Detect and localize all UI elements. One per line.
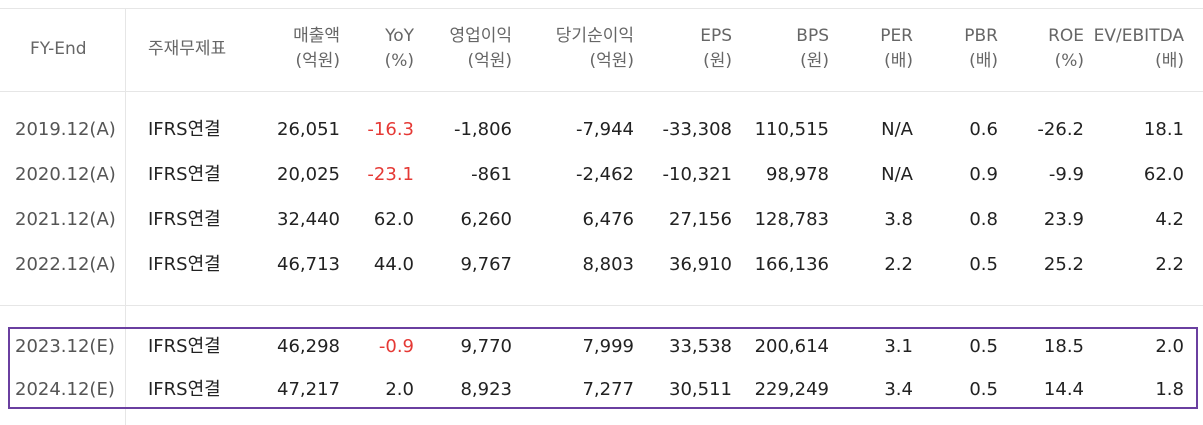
- cell-pbr: 0.9: [969, 164, 998, 185]
- cell-per: 3.1: [884, 336, 913, 357]
- cell-op-income: -1,806: [453, 119, 512, 140]
- cell-op-income: 6,260: [460, 209, 512, 230]
- cell-per: 3.4: [884, 379, 913, 400]
- cell-eps: 33,538: [669, 336, 732, 357]
- header-eps-label: EPS: [700, 26, 732, 46]
- cell-yoy: -23.1: [367, 164, 414, 185]
- cell-roe: 23.9: [1043, 209, 1084, 230]
- cell-sales: 26,051: [277, 119, 340, 140]
- row-standard: IFRS연결: [148, 336, 221, 357]
- cell-net-income: 7,999: [582, 336, 634, 357]
- cell-net-income: 7,277: [582, 379, 634, 400]
- header-op-income-label: 영업이익: [449, 26, 512, 46]
- cell-net-income: 6,476: [582, 209, 634, 230]
- cell-per: 3.8: [884, 209, 913, 230]
- header-divider: [0, 91, 1203, 92]
- header-net-income-unit: (억원): [589, 51, 634, 71]
- cell-pbr: 0.5: [969, 379, 998, 400]
- cell-bps: 110,515: [754, 119, 829, 140]
- cell-pbr: 0.6: [969, 119, 998, 140]
- header-pbr-unit: (배): [969, 51, 998, 71]
- cell-sales: 20,025: [277, 164, 340, 185]
- header-net-income-label: 당기순이익: [555, 26, 634, 46]
- header-jaemu: 주재무제표: [148, 39, 227, 59]
- cell-ev-ebitda: 18.1: [1143, 119, 1184, 140]
- header-op-income-unit: (억원): [467, 51, 512, 71]
- cell-pbr: 0.5: [969, 336, 998, 357]
- cell-yoy: 2.0: [385, 379, 414, 400]
- cell-roe: 25.2: [1043, 254, 1084, 275]
- header-pbr-label: PBR: [964, 26, 998, 46]
- cell-ev-ebitda: 1.8: [1155, 379, 1184, 400]
- cell-eps: 36,910: [669, 254, 732, 275]
- cell-sales: 47,217: [277, 379, 340, 400]
- header-eps-unit: (원): [703, 51, 732, 71]
- cell-sales: 46,713: [277, 254, 340, 275]
- row-fy-end: 2023.12(E): [15, 336, 115, 357]
- header-sales-label: 매출액: [293, 26, 340, 46]
- row-standard: IFRS연결: [148, 254, 221, 275]
- row-standard: IFRS연결: [148, 379, 221, 400]
- cell-eps: 27,156: [669, 209, 732, 230]
- cell-per: 2.2: [884, 254, 913, 275]
- row-fy-end: 2019.12(A): [15, 119, 116, 140]
- header-bps-label: BPS: [796, 26, 829, 46]
- cell-yoy: -0.9: [378, 336, 414, 357]
- cell-bps: 128,783: [754, 209, 829, 230]
- cell-bps: 229,249: [754, 379, 829, 400]
- row-fy-end: 2020.12(A): [15, 164, 116, 185]
- cell-yoy: -16.3: [367, 119, 414, 140]
- section-divider: [0, 305, 1203, 306]
- cell-sales: 32,440: [277, 209, 340, 230]
- cell-roe: 14.4: [1043, 379, 1084, 400]
- cell-op-income: -861: [471, 164, 512, 185]
- row-fy-end: 2021.12(A): [15, 209, 116, 230]
- row-standard: IFRS연결: [148, 119, 221, 140]
- cell-eps: -10,321: [662, 164, 732, 185]
- cell-ev-ebitda: 2.0: [1155, 336, 1184, 357]
- cell-op-income: 9,767: [460, 254, 512, 275]
- cell-ev-ebitda: 2.2: [1155, 254, 1184, 275]
- cell-ev-ebitda: 62.0: [1143, 164, 1184, 185]
- header-bps-unit: (원): [800, 51, 829, 71]
- header-ev-ebitda-label: EV/EBITDA: [1093, 26, 1184, 46]
- header-sales-unit: (억원): [295, 51, 340, 71]
- cell-sales: 46,298: [277, 336, 340, 357]
- row-standard: IFRS연결: [148, 164, 221, 185]
- row-standard: IFRS연결: [148, 209, 221, 230]
- cell-per: N/A: [881, 119, 913, 140]
- cell-op-income: 9,770: [460, 336, 512, 357]
- header-yoy-label: YoY: [385, 26, 414, 46]
- header-ev-ebitda-unit: (배): [1155, 51, 1184, 71]
- cell-bps: 98,978: [766, 164, 829, 185]
- cell-yoy: 44.0: [373, 254, 414, 275]
- row-fy-end: 2024.12(E): [15, 379, 115, 400]
- cell-net-income: 8,803: [582, 254, 634, 275]
- header-roe-label: ROE: [1048, 26, 1084, 46]
- cell-roe: 18.5: [1043, 336, 1084, 357]
- cell-pbr: 0.5: [969, 254, 998, 275]
- header-roe-unit: (%): [1054, 51, 1084, 71]
- cell-eps: 30,511: [669, 379, 732, 400]
- cell-net-income: -2,462: [575, 164, 634, 185]
- header-yoy-unit: (%): [384, 51, 414, 71]
- cell-bps: 200,614: [754, 336, 829, 357]
- cell-per: N/A: [881, 164, 913, 185]
- cell-roe: -26.2: [1037, 119, 1084, 140]
- cell-net-income: -7,944: [575, 119, 634, 140]
- cell-ev-ebitda: 4.2: [1155, 209, 1184, 230]
- row-fy-end: 2022.12(A): [15, 254, 116, 275]
- cell-pbr: 0.8: [969, 209, 998, 230]
- cell-yoy: 62.0: [373, 209, 414, 230]
- header-per-unit: (배): [884, 51, 913, 71]
- cell-roe: -9.9: [1048, 164, 1084, 185]
- header-per-label: PER: [880, 26, 913, 46]
- header-fy-end: FY-End: [30, 39, 87, 59]
- cell-bps: 166,136: [754, 254, 829, 275]
- cell-op-income: 8,923: [460, 379, 512, 400]
- top-border: [0, 8, 1203, 9]
- cell-eps: -33,308: [662, 119, 732, 140]
